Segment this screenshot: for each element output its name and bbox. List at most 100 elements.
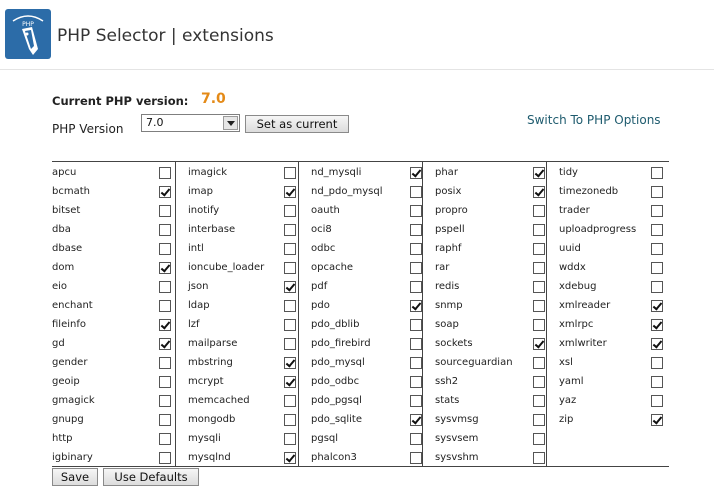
extension-checkbox[interactable] bbox=[410, 167, 422, 179]
extension-checkbox[interactable] bbox=[410, 319, 422, 331]
extension-checkbox[interactable] bbox=[410, 262, 422, 274]
extension-checkbox[interactable] bbox=[284, 319, 296, 331]
extension-checkbox[interactable] bbox=[159, 357, 171, 369]
extension-checkbox[interactable] bbox=[284, 433, 296, 445]
extension-checkbox[interactable] bbox=[651, 167, 663, 179]
extension-checkbox[interactable] bbox=[651, 376, 663, 388]
chevron-down-icon[interactable] bbox=[223, 116, 238, 130]
extension-checkbox[interactable] bbox=[533, 186, 545, 198]
extension-checkbox[interactable] bbox=[651, 243, 663, 255]
extension-checkbox[interactable] bbox=[159, 281, 171, 293]
extension-checkbox[interactable] bbox=[651, 281, 663, 293]
extension-checkbox[interactable] bbox=[159, 243, 171, 255]
extension-checkbox[interactable] bbox=[284, 205, 296, 217]
extension-name: mongodb bbox=[188, 414, 236, 425]
extension-row: opcache bbox=[299, 259, 422, 278]
extension-name: uploadprogress bbox=[559, 224, 637, 235]
extension-checkbox[interactable] bbox=[651, 186, 663, 198]
switch-to-php-options-link[interactable]: Switch To PHP Options bbox=[527, 113, 661, 127]
extension-checkbox[interactable] bbox=[533, 376, 545, 388]
extension-row: pdo bbox=[299, 297, 422, 316]
extension-checkbox[interactable] bbox=[651, 262, 663, 274]
extension-checkbox[interactable] bbox=[284, 243, 296, 255]
extension-checkbox[interactable] bbox=[651, 300, 663, 312]
extension-checkbox[interactable] bbox=[533, 243, 545, 255]
extension-name: imap bbox=[188, 186, 213, 197]
extension-checkbox[interactable] bbox=[533, 395, 545, 407]
extension-checkbox[interactable] bbox=[651, 205, 663, 217]
extension-name: sockets bbox=[435, 338, 473, 349]
extension-checkbox[interactable] bbox=[159, 205, 171, 217]
extension-checkbox[interactable] bbox=[410, 205, 422, 217]
extension-checkbox[interactable] bbox=[284, 262, 296, 274]
extension-checkbox[interactable] bbox=[410, 452, 422, 464]
extension-row: sysvsem bbox=[423, 430, 546, 449]
extension-row: tidy bbox=[547, 164, 669, 183]
extension-checkbox[interactable] bbox=[284, 395, 296, 407]
extension-checkbox[interactable] bbox=[533, 338, 545, 350]
extension-checkbox[interactable] bbox=[651, 357, 663, 369]
extension-checkbox[interactable] bbox=[410, 414, 422, 426]
extension-checkbox[interactable] bbox=[533, 433, 545, 445]
extension-checkbox[interactable] bbox=[159, 395, 171, 407]
extension-checkbox[interactable] bbox=[159, 167, 171, 179]
extension-name: sourceguardian bbox=[435, 357, 513, 368]
extension-checkbox[interactable] bbox=[284, 281, 296, 293]
extension-checkbox[interactable] bbox=[533, 300, 545, 312]
extension-checkbox[interactable] bbox=[284, 357, 296, 369]
extension-checkbox[interactable] bbox=[159, 262, 171, 274]
php-version-select[interactable]: 7.0 bbox=[141, 114, 240, 132]
extension-checkbox[interactable] bbox=[159, 376, 171, 388]
extension-checkbox[interactable] bbox=[410, 357, 422, 369]
extension-checkbox[interactable] bbox=[410, 395, 422, 407]
extension-checkbox[interactable] bbox=[533, 319, 545, 331]
extension-checkbox[interactable] bbox=[159, 224, 171, 236]
extension-checkbox[interactable] bbox=[410, 243, 422, 255]
extension-checkbox[interactable] bbox=[159, 319, 171, 331]
extension-checkbox[interactable] bbox=[533, 224, 545, 236]
extension-row: wddx bbox=[547, 259, 669, 278]
extension-checkbox[interactable] bbox=[533, 357, 545, 369]
extension-checkbox[interactable] bbox=[284, 167, 296, 179]
extension-checkbox[interactable] bbox=[284, 300, 296, 312]
extension-checkbox[interactable] bbox=[533, 414, 545, 426]
extension-checkbox[interactable] bbox=[410, 186, 422, 198]
extension-checkbox[interactable] bbox=[651, 414, 663, 426]
extension-checkbox[interactable] bbox=[159, 186, 171, 198]
extension-checkbox[interactable] bbox=[410, 224, 422, 236]
extension-checkbox[interactable] bbox=[159, 414, 171, 426]
extension-checkbox[interactable] bbox=[533, 205, 545, 217]
set-as-current-button[interactable]: Set as current bbox=[245, 115, 349, 133]
extension-row: phar bbox=[423, 164, 546, 183]
extension-checkbox[interactable] bbox=[651, 395, 663, 407]
extension-checkbox[interactable] bbox=[159, 433, 171, 445]
extension-name: oci8 bbox=[311, 224, 332, 235]
extension-checkbox[interactable] bbox=[533, 452, 545, 464]
save-button[interactable]: Save bbox=[52, 468, 98, 486]
extension-checkbox[interactable] bbox=[410, 281, 422, 293]
extension-checkbox[interactable] bbox=[159, 338, 171, 350]
extension-checkbox[interactable] bbox=[533, 167, 545, 179]
extension-name: interbase bbox=[188, 224, 236, 235]
extension-name: geoip bbox=[52, 376, 80, 387]
extension-checkbox[interactable] bbox=[410, 338, 422, 350]
extension-checkbox[interactable] bbox=[284, 186, 296, 198]
extension-checkbox[interactable] bbox=[284, 376, 296, 388]
extension-checkbox[interactable] bbox=[159, 300, 171, 312]
extension-checkbox[interactable] bbox=[651, 319, 663, 331]
extension-checkbox[interactable] bbox=[651, 224, 663, 236]
extension-checkbox[interactable] bbox=[410, 300, 422, 312]
extension-checkbox[interactable] bbox=[533, 262, 545, 274]
extension-checkbox[interactable] bbox=[284, 452, 296, 464]
extension-checkbox[interactable] bbox=[410, 433, 422, 445]
extension-checkbox[interactable] bbox=[284, 338, 296, 350]
extension-checkbox[interactable] bbox=[651, 338, 663, 350]
extension-name: http bbox=[52, 433, 73, 444]
extension-checkbox[interactable] bbox=[533, 281, 545, 293]
extension-row: bcmath bbox=[52, 183, 175, 202]
use-defaults-button[interactable]: Use Defaults bbox=[103, 468, 199, 486]
extension-checkbox[interactable] bbox=[159, 452, 171, 464]
extension-checkbox[interactable] bbox=[410, 376, 422, 388]
extension-checkbox[interactable] bbox=[284, 224, 296, 236]
extension-checkbox[interactable] bbox=[284, 414, 296, 426]
